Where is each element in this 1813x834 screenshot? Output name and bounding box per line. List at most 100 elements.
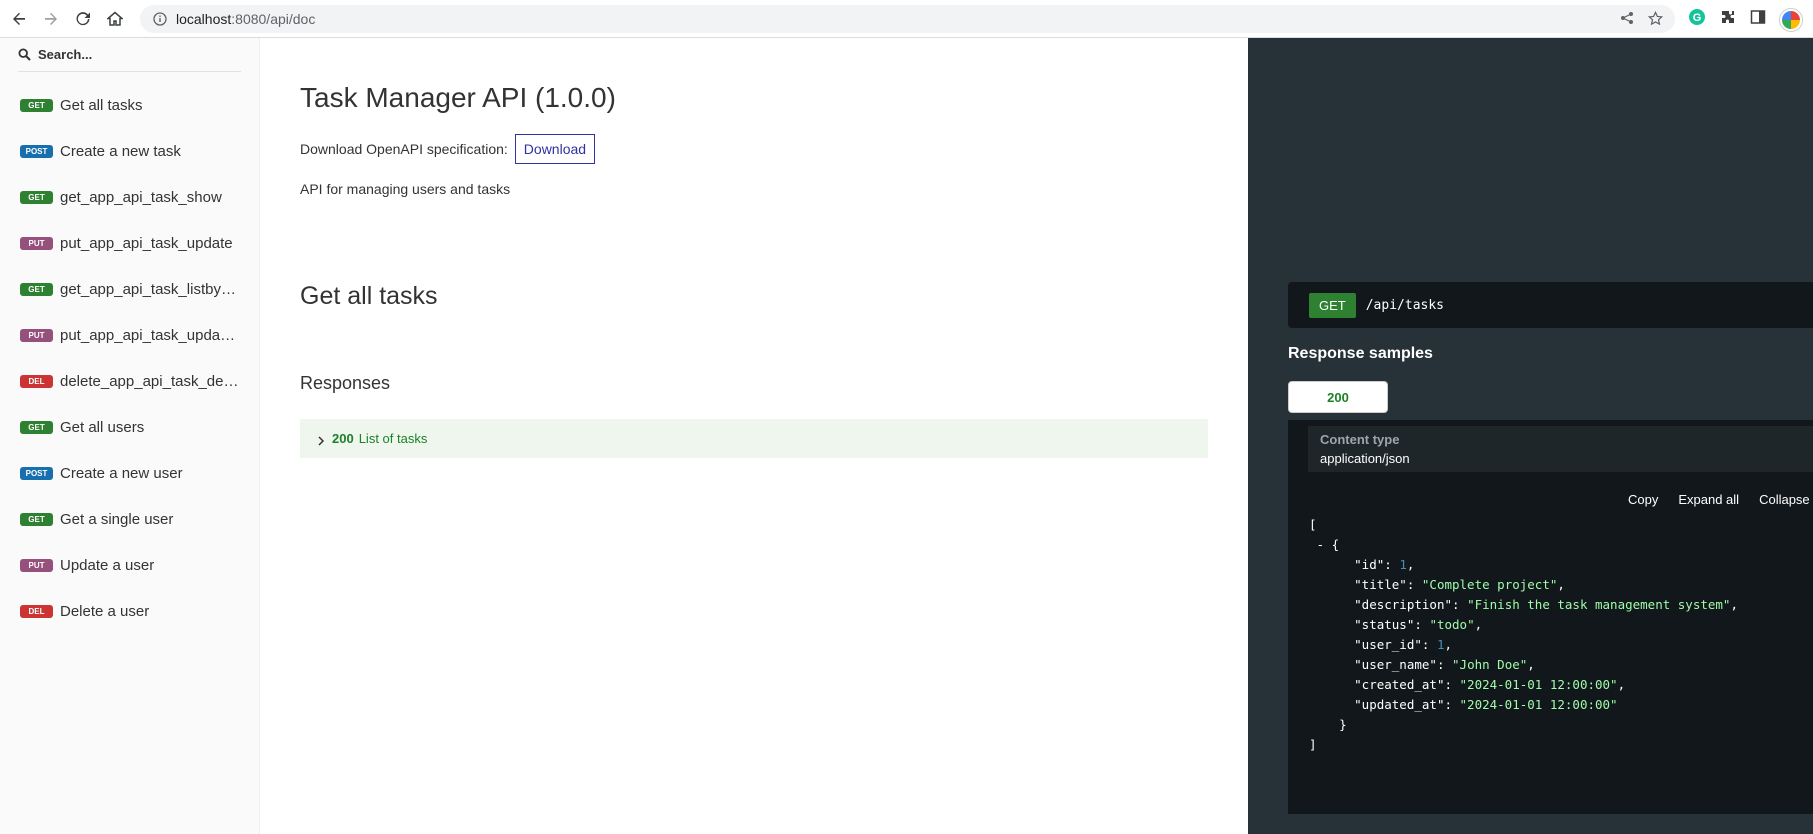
sidebar-item-label: Get a single user (60, 510, 174, 528)
sidebar-item-delete-user[interactable]: DEL Delete a user (0, 588, 259, 634)
sidebar-item-label: put_app_api_task_update (60, 234, 233, 252)
download-button[interactable]: Download (514, 134, 596, 164)
json-key: "created_at" (1354, 677, 1445, 692)
method-badge: GET (20, 98, 53, 112)
sidebar-item-label: Get all users (60, 418, 145, 436)
method-badge: PUT (20, 328, 53, 342)
chevron-right-icon (316, 434, 326, 446)
endpoint-path: /api/tasks (1365, 297, 1445, 313)
json-colon: : (1414, 617, 1430, 632)
json-comma: , (1444, 637, 1453, 652)
sidebar-item-create-task[interactable]: POST Create a new task (0, 128, 259, 174)
method-badge: PUT (20, 236, 53, 250)
method-badge: POST (20, 144, 53, 158)
json-colon: : (1452, 597, 1468, 612)
method-badge: GET (20, 190, 53, 204)
sidebar: GET Get all tasks POST Create a new task G… (0, 38, 260, 834)
forward-icon[interactable] (38, 6, 64, 32)
json-collapse-toggle[interactable]: - (1309, 537, 1332, 552)
json-comma: , (1557, 577, 1565, 592)
back-icon[interactable] (6, 6, 32, 32)
method-badge: GET (20, 420, 53, 434)
sidebar-item-label: delete_app_api_task_del… (60, 372, 240, 390)
reload-icon[interactable] (70, 6, 96, 32)
response-200-toggle[interactable]: 200 List of tasks (300, 419, 1208, 458)
response-code: 200 (332, 431, 354, 446)
json-colon: : (1444, 697, 1460, 712)
json-key: "status" (1354, 617, 1415, 632)
json-comma: , (1406, 557, 1415, 572)
sidebar-item-label: Create a new user (60, 464, 183, 482)
json-close-bracket: ] (1309, 735, 1738, 755)
browser-toolbar: localhost:8080/api/doc G (0, 0, 1813, 38)
sidebar-item-create-user[interactable]: POST Create a new user (0, 450, 259, 496)
share-icon[interactable] (1620, 11, 1634, 31)
json-field: "description": "Finish the task manageme… (1309, 595, 1738, 615)
site-info-icon[interactable] (152, 11, 168, 27)
url-path: :8080/api/doc (231, 11, 316, 27)
response-samples-heading: Response samples (1288, 345, 1433, 362)
endpoint-bar[interactable]: GET /api/tasks (1288, 282, 1813, 328)
download-text: Download OpenAPI specification: (300, 141, 508, 157)
content-type-box: Content type application/json (1308, 426, 1813, 472)
json-key: "id" (1354, 557, 1385, 572)
download-row: Download OpenAPI specification: Download (300, 134, 596, 164)
collapse-all-button[interactable]: Collapse all (1759, 492, 1813, 507)
sidebar-item-label: Get all tasks (60, 96, 143, 114)
sidebar-item-label: Delete a user (60, 602, 150, 620)
search-input[interactable] (38, 47, 238, 62)
json-colon: : (1436, 657, 1453, 672)
json-key: "description" (1354, 597, 1452, 612)
json-value: "2024-01-01 12:00:00" (1459, 677, 1618, 692)
extensions-puzzle-icon[interactable] (1720, 9, 1736, 30)
json-field: "updated_at": "2024-01-01 12:00:00" (1309, 695, 1738, 715)
sidebar-item-update-user[interactable]: PUT Update a user (0, 542, 259, 588)
api-title: Task Manager API (1.0.0) (300, 82, 616, 113)
method-badge: PUT (20, 558, 53, 572)
json-colon: : (1406, 577, 1422, 592)
json-sample: [ - { "id": 1, "title": "Complete projec… (1309, 515, 1738, 755)
sidebar-item-task-update[interactable]: PUT put_app_api_task_update (0, 220, 259, 266)
json-comma: , (1474, 617, 1483, 632)
sidebar-item-get-all-users[interactable]: GET Get all users (0, 404, 259, 450)
json-key: "title" (1354, 577, 1407, 592)
json-field: "created_at": "2024-01-01 12:00:00", (1309, 675, 1738, 695)
home-icon[interactable] (102, 6, 128, 32)
json-brace: { (1331, 537, 1340, 552)
sidebar-item-task-update-2[interactable]: PUT put_app_api_task_upda… (0, 312, 259, 358)
side-panel-icon[interactable] (1750, 9, 1766, 30)
sidebar-item-get-user[interactable]: GET Get a single user (0, 496, 259, 542)
url-text: localhost:8080/api/doc (176, 11, 315, 27)
sidebar-item-task-show[interactable]: GET get_app_api_task_show (0, 174, 259, 220)
sidebar-item-task-delete[interactable]: DEL delete_app_api_task_del… (0, 358, 259, 404)
sidebar-item-get-all-tasks[interactable]: GET Get all tasks (0, 82, 259, 128)
svg-text:G: G (1693, 12, 1702, 24)
json-key: "user_name" (1354, 657, 1437, 672)
content-type-label: Content type (1320, 432, 1400, 447)
json-comma: , (1527, 657, 1535, 672)
json-value: "Finish the task management system" (1467, 597, 1731, 612)
grammarly-icon[interactable]: G (1688, 8, 1706, 31)
bookmark-star-icon[interactable] (1647, 10, 1664, 31)
json-comma: , (1617, 677, 1626, 692)
json-value: 1 (1399, 557, 1407, 572)
json-bracket: ] (1309, 737, 1317, 752)
copy-button[interactable]: Copy (1628, 492, 1658, 507)
sidebar-item-label: put_app_api_task_upda… (60, 326, 236, 344)
json-key: "user_id" (1354, 637, 1422, 652)
json-field: "status": "todo", (1309, 615, 1738, 635)
address-bar[interactable]: localhost:8080/api/doc (140, 5, 1675, 33)
expand-all-button[interactable]: Expand all (1678, 492, 1739, 507)
sidebar-item-label: get_app_api_task_listby… (60, 280, 236, 298)
tab-200[interactable]: 200 (1288, 381, 1388, 413)
method-badge: DEL (20, 374, 53, 388)
json-field: "user_id": 1, (1309, 635, 1738, 655)
profile-avatar[interactable] (1780, 8, 1802, 31)
json-field: "title": "Complete project", (1309, 575, 1738, 595)
json-value: "John Doe" (1452, 657, 1528, 672)
json-comma: , (1730, 597, 1738, 612)
sidebar-item-task-listby[interactable]: GET get_app_api_task_listby… (0, 266, 259, 312)
json-colon: : (1444, 677, 1460, 692)
